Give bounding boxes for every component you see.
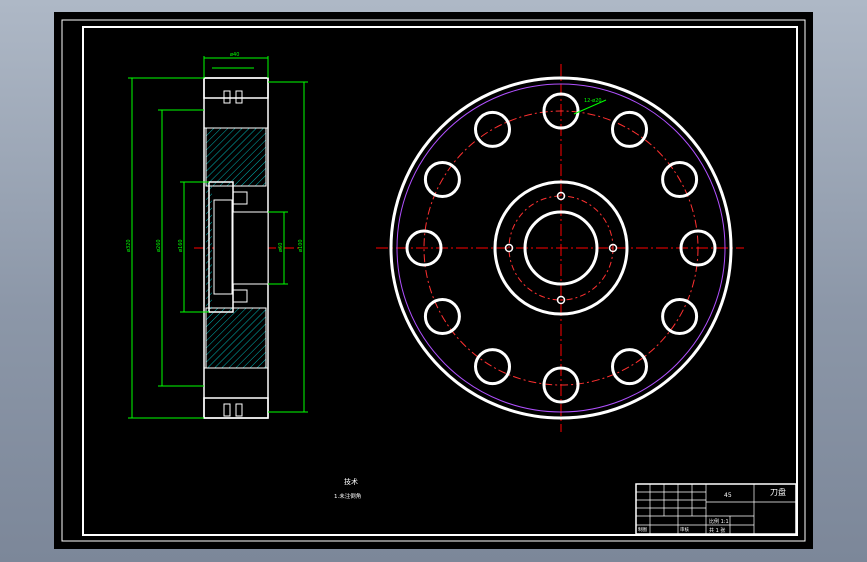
front-view: 12-ø20	[376, 64, 744, 432]
inner-frame	[82, 26, 798, 536]
hub-key-bot	[232, 289, 248, 303]
bolt-hole	[611, 348, 648, 386]
bore-step	[232, 211, 269, 285]
notes-line: 1.未注倒角	[334, 492, 361, 500]
checked-label: 审核	[680, 526, 689, 533]
dim-bore-label: ø60	[278, 243, 284, 252]
dim-outer-label: ø320	[126, 239, 132, 252]
hub-inner	[213, 199, 233, 295]
dim-right-label: ø100	[298, 239, 304, 252]
dim-top-label: ø40	[230, 52, 239, 58]
title-block-text: 刀盘 45 比例 1:1 共 1 张 制图 审核	[638, 487, 786, 534]
part-name: 刀盘	[770, 487, 786, 497]
outer-frame	[61, 19, 806, 542]
side-section-view: ø40 ø320 ø260 ø160 ø100 ø60	[126, 52, 308, 419]
hole-label: 12-ø20	[584, 98, 602, 104]
top-slot-1	[223, 90, 231, 104]
sheet-text: 共 1 张	[709, 527, 725, 534]
bottom-slot-2	[235, 403, 243, 417]
drawn-label: 制图	[638, 526, 647, 533]
bolt-hole	[611, 110, 648, 148]
bolt-hole	[474, 348, 511, 386]
engineering-drawing: ø40 ø320 ø260 ø160 ø100 ø60 12-ø20 技术 1.…	[61, 19, 806, 542]
notes-title: 技术	[344, 477, 358, 486]
material: 45	[724, 492, 732, 499]
technical-notes: 技术 1.未注倒角	[334, 477, 361, 500]
hatch-lower	[205, 307, 267, 369]
dim-pitch-label: ø260	[156, 239, 162, 252]
bolt-hole	[474, 110, 511, 148]
title-block: 刀盘 45 比例 1:1 共 1 张 制图 审核	[635, 483, 797, 535]
cad-viewport[interactable]: ø40 ø320 ø260 ø160 ø100 ø60 12-ø20 技术 1.…	[54, 12, 813, 549]
hub-key-top	[232, 191, 248, 205]
top-slot-2	[235, 90, 243, 104]
bottom-slot-1	[223, 403, 231, 417]
dim-hub-label: ø160	[178, 239, 184, 252]
scale-text: 比例 1:1	[709, 518, 729, 525]
hatch-upper	[205, 127, 267, 187]
